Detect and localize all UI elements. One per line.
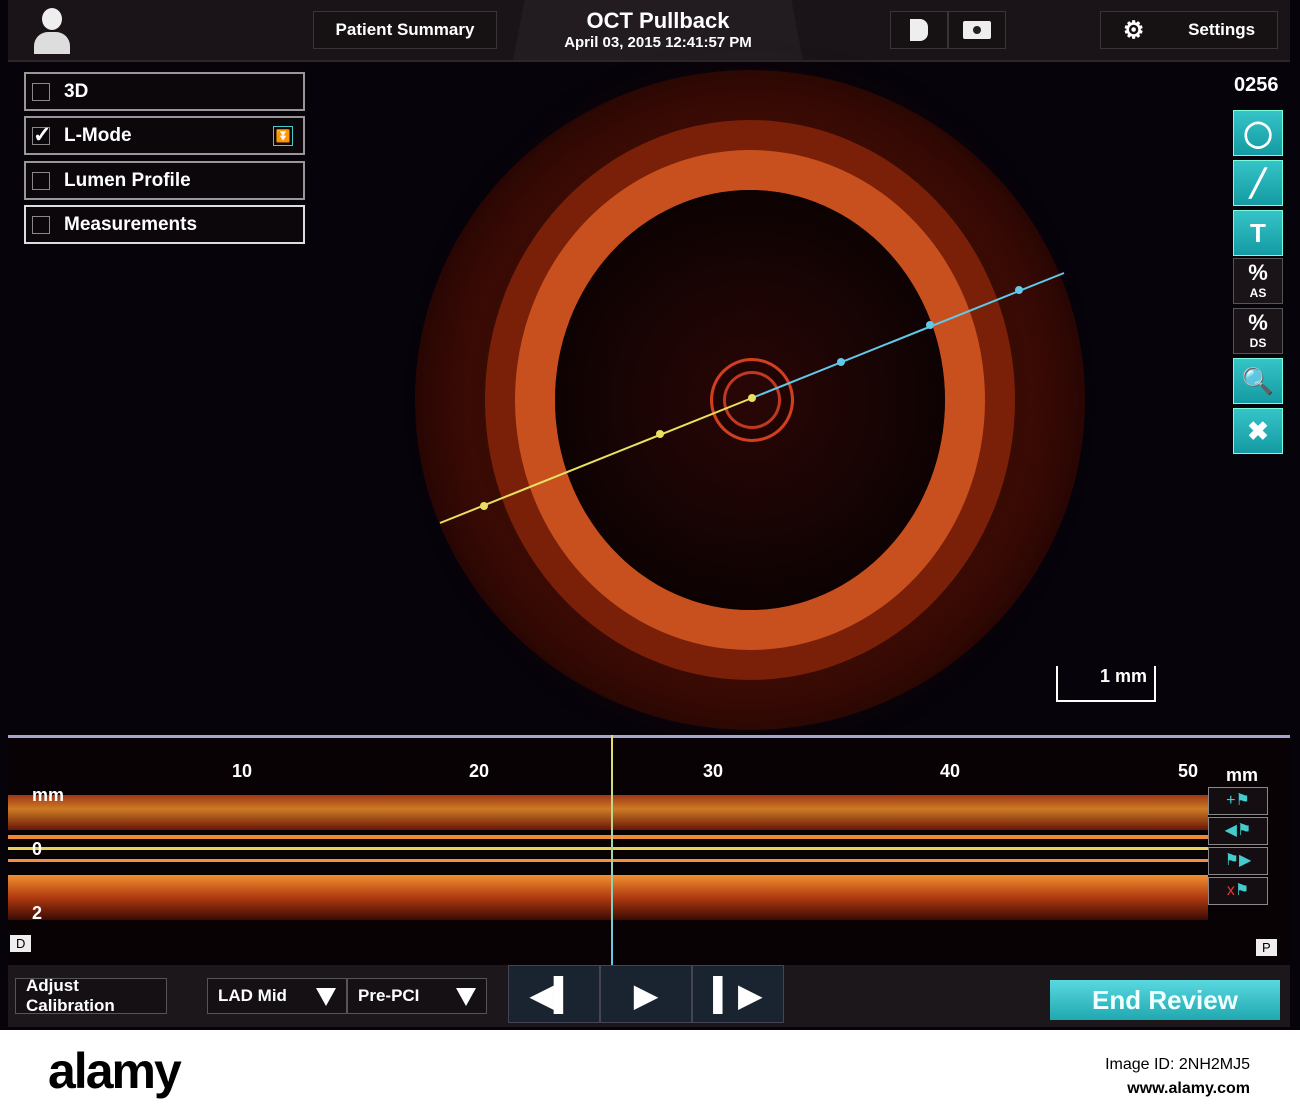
line-measure-tool[interactable]: ╱	[1233, 160, 1283, 206]
chevron-down-icon	[316, 988, 336, 1006]
adjust-calibration-button[interactable]: Adjust Calibration	[15, 976, 167, 1015]
bottom-bar: Adjust Calibration LAD Mid Pre-PCI ◀▍ ▶ …	[8, 965, 1290, 1027]
l-mode-axis	[8, 735, 1290, 738]
depth-unit: mm	[32, 785, 65, 805]
tick-label: 10	[232, 761, 253, 781]
segment-dropdown[interactable]: LAD Mid	[207, 978, 347, 1014]
end-review-button[interactable]: End Review	[1050, 980, 1280, 1020]
stage-value: Pre-PCI	[358, 986, 420, 1005]
percent-label: %	[1248, 260, 1268, 285]
axis-unit: mm	[1226, 765, 1259, 785]
site-url: www.alamy.com	[1127, 1080, 1250, 1097]
chevron-down-icon	[456, 988, 476, 1006]
frame-number: 0256	[1234, 74, 1279, 96]
next-bookmark-button[interactable]: ⚑▶	[1208, 847, 1268, 875]
play-button[interactable]: ▶	[600, 965, 692, 1023]
delete-bookmark-button[interactable]: x⚑	[1208, 877, 1268, 905]
percent-label: %	[1248, 310, 1268, 335]
step-back-button[interactable]: ◀▍	[508, 965, 600, 1023]
as-label: AS	[1249, 286, 1267, 300]
magnifier-icon: 🔍	[1241, 366, 1275, 396]
step-forward-button[interactable]: ▍▶	[692, 965, 784, 1023]
stage-dropdown[interactable]: Pre-PCI	[347, 978, 487, 1014]
distal-marker[interactable]: D	[10, 935, 32, 952]
watermark-footer: alamy Image ID: 2NH2MJ5 www.alamy.com	[0, 1030, 1300, 1120]
diameter-stenosis-tool[interactable]: % DS	[1233, 308, 1283, 354]
tick-label: 20	[469, 761, 490, 781]
oct-screen: Patient Summary OCT Pullback April 03, 2…	[0, 0, 1300, 1030]
lumen-trace-tool[interactable]: ◯	[1233, 110, 1283, 156]
area-stenosis-tool[interactable]: % AS	[1233, 258, 1283, 304]
tick-label: 30	[703, 761, 724, 781]
proximal-marker[interactable]: P	[1256, 939, 1277, 956]
text-annotation-tool[interactable]: T	[1233, 210, 1283, 256]
zoom-out-tool[interactable]: 🔍	[1233, 358, 1283, 404]
l-mode-view[interactable]: 10 20 30 40 50 mm mm 0 2 D P +⚑ ◀⚑ ⚑▶ x⚑	[8, 735, 1290, 965]
frame-cursor[interactable]	[611, 735, 613, 965]
scale-bar: 1 mm	[1056, 666, 1156, 702]
tick-label: 40	[940, 761, 961, 781]
delete-measurements-tool[interactable]: ✖	[1233, 408, 1283, 454]
measurement-line[interactable]	[0, 0, 1300, 730]
add-bookmark-button[interactable]: +⚑	[1208, 787, 1268, 815]
segment-value: LAD Mid	[218, 986, 287, 1005]
depth-label: 2	[32, 903, 43, 923]
brand-logo: alamy	[48, 1043, 182, 1099]
tick-label: 50	[1178, 761, 1199, 781]
ds-label: DS	[1249, 336, 1267, 350]
prev-bookmark-button[interactable]: ◀⚑	[1208, 817, 1268, 845]
scale-label: 1 mm	[1100, 666, 1148, 686]
depth-label: 0	[32, 839, 43, 859]
image-id: Image ID: 2NH2MJ5	[1105, 1056, 1250, 1073]
